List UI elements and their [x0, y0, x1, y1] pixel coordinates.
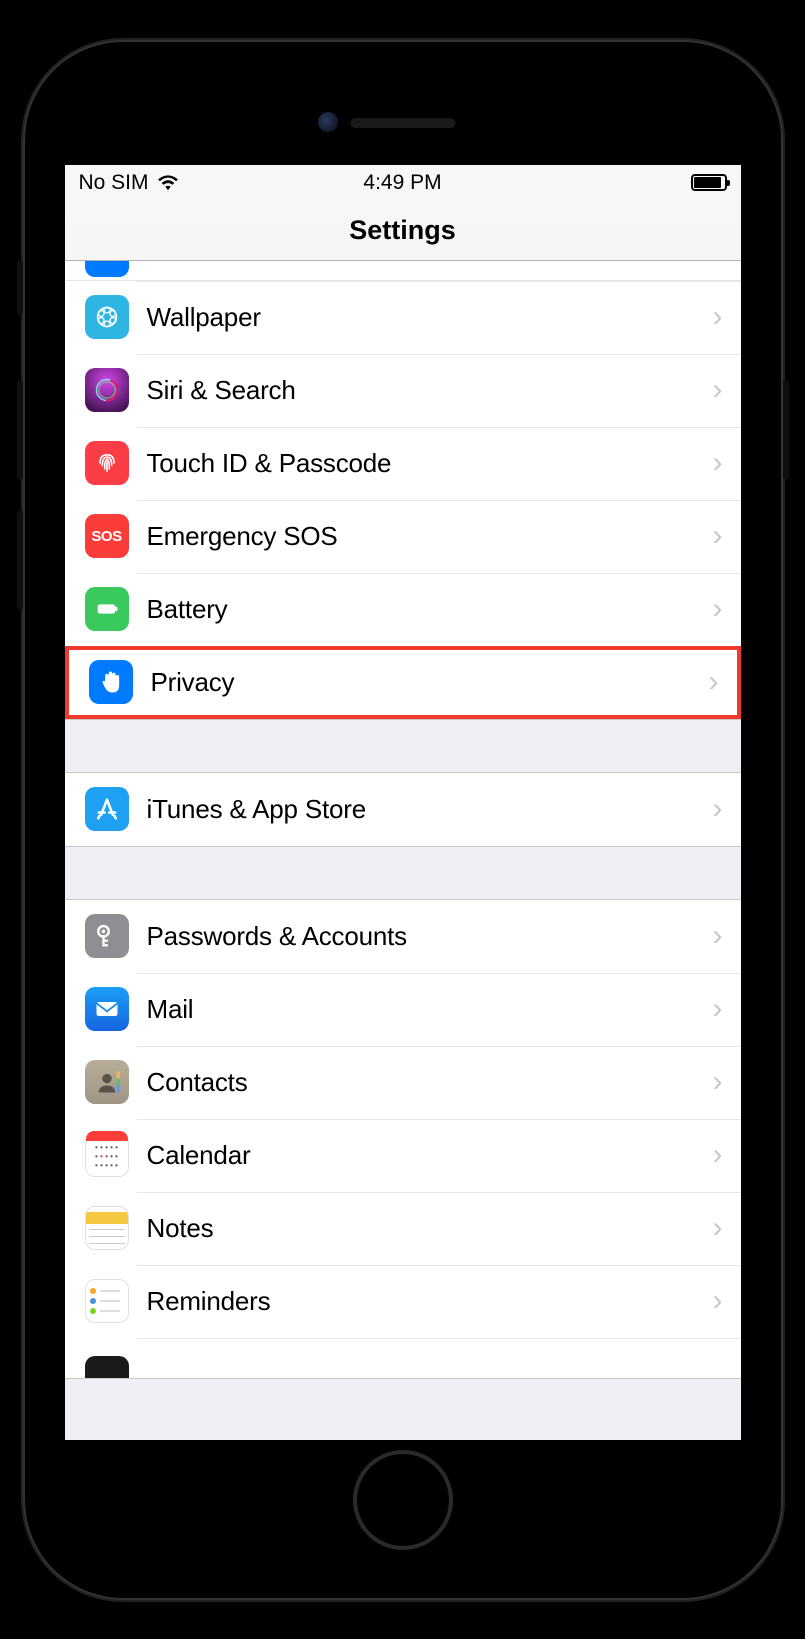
- partial-icon-bottom: [85, 1356, 129, 1378]
- list-item-notes[interactable]: Notes ›: [65, 1192, 741, 1265]
- page-title: Settings: [65, 201, 741, 261]
- chevron-right-icon: ›: [713, 446, 741, 480]
- wifi-icon: [157, 174, 179, 192]
- list-item-battery[interactable]: Battery ›: [65, 573, 741, 646]
- list-item-partial-top[interactable]: [65, 261, 741, 281]
- sos-icon: SOS: [85, 514, 129, 558]
- key-icon: [85, 914, 129, 958]
- notes-icon: [85, 1206, 129, 1250]
- list-item-label: Passwords & Accounts: [147, 921, 713, 952]
- chevron-right-icon: ›: [713, 919, 741, 953]
- group-spacer: [65, 720, 741, 772]
- wallpaper-icon: [85, 295, 129, 339]
- list-item-passwords[interactable]: Passwords & Accounts ›: [65, 900, 741, 973]
- power-button: [783, 380, 789, 480]
- volume-down-button: [17, 510, 23, 610]
- list-item-label: iTunes & App Store: [147, 794, 713, 825]
- settings-list[interactable]: Wallpaper › Siri & Search ›: [65, 261, 741, 1379]
- list-item-label: Contacts: [147, 1067, 713, 1098]
- list-item-label: Touch ID & Passcode: [147, 448, 713, 479]
- chevron-right-icon: ›: [713, 300, 741, 334]
- settings-group-general: Wallpaper › Siri & Search ›: [65, 261, 741, 720]
- volume-up-button: [17, 380, 23, 480]
- list-item-wallpaper[interactable]: Wallpaper ›: [65, 281, 741, 354]
- home-button[interactable]: [353, 1450, 453, 1550]
- chevron-right-icon: ›: [713, 1284, 741, 1318]
- calendar-icon: • • • • • • • • • • • • • • •: [85, 1133, 129, 1177]
- list-item-label: Mail: [147, 994, 713, 1025]
- chevron-right-icon: ›: [713, 519, 741, 553]
- front-camera: [318, 112, 338, 132]
- list-item-label: Notes: [147, 1213, 713, 1244]
- speaker-grille: [350, 118, 455, 128]
- contacts-icon: [85, 1060, 129, 1104]
- list-item-privacy[interactable]: Privacy ›: [65, 646, 741, 719]
- chevron-right-icon: ›: [713, 792, 741, 826]
- list-item-calendar[interactable]: • • • • • • • • • • • • • • • Calendar ›: [65, 1119, 741, 1192]
- battery-status-icon: [691, 174, 727, 191]
- list-item-label: Battery: [147, 594, 713, 625]
- list-item-mail[interactable]: Mail ›: [65, 973, 741, 1046]
- mail-icon: [85, 987, 129, 1031]
- chevron-right-icon: ›: [713, 1211, 741, 1245]
- chevron-right-icon: ›: [713, 592, 741, 626]
- appstore-icon: [85, 787, 129, 831]
- hand-icon: [89, 660, 133, 704]
- list-item-label: Reminders: [147, 1286, 713, 1317]
- sos-text: SOS: [91, 528, 121, 545]
- chevron-right-icon: ›: [713, 1138, 741, 1172]
- list-item-reminders[interactable]: Reminders ›: [65, 1265, 741, 1338]
- list-item-label: Emergency SOS: [147, 521, 713, 552]
- carrier-label: No SIM: [79, 171, 149, 195]
- clock: 4:49 PM: [363, 171, 441, 195]
- mute-switch: [17, 260, 23, 315]
- chevron-right-icon: ›: [713, 992, 741, 1026]
- list-item-partial-bottom[interactable]: [65, 1338, 741, 1378]
- screen: No SIM 4:49 PM Settings: [65, 165, 741, 1440]
- settings-group-store: iTunes & App Store ›: [65, 772, 741, 847]
- partial-icon: [85, 261, 129, 278]
- list-item-appstore[interactable]: iTunes & App Store ›: [65, 773, 741, 846]
- phone-frame: No SIM 4:49 PM Settings: [23, 40, 783, 1600]
- list-item-label: Calendar: [147, 1140, 713, 1171]
- status-bar: No SIM 4:49 PM: [65, 165, 741, 201]
- fingerprint-icon: [85, 441, 129, 485]
- list-item-siri[interactable]: Siri & Search ›: [65, 354, 741, 427]
- group-spacer: [65, 847, 741, 899]
- battery-icon: [85, 587, 129, 631]
- list-item-contacts[interactable]: Contacts ›: [65, 1046, 741, 1119]
- chevron-right-icon: ›: [709, 665, 737, 699]
- list-item-label: Wallpaper: [147, 302, 713, 333]
- settings-group-accounts: Passwords & Accounts › Mail ›: [65, 899, 741, 1379]
- reminders-icon: [85, 1279, 129, 1323]
- list-item-sos[interactable]: SOS Emergency SOS ›: [65, 500, 741, 573]
- chevron-right-icon: ›: [713, 1065, 741, 1099]
- list-item-touchid[interactable]: Touch ID & Passcode ›: [65, 427, 741, 500]
- chevron-right-icon: ›: [713, 373, 741, 407]
- list-item-label: Privacy: [151, 667, 709, 698]
- list-item-label: Siri & Search: [147, 375, 713, 406]
- siri-icon: [85, 368, 129, 412]
